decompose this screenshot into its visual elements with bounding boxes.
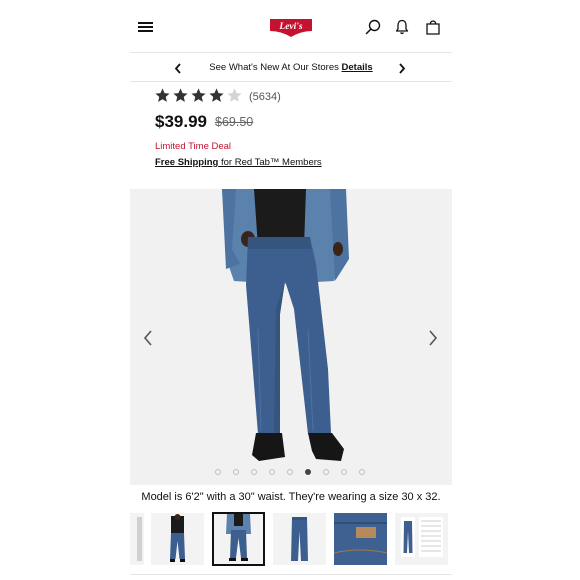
thumbnail-active[interactable] (212, 512, 265, 566)
site-header: Levi's (130, 0, 452, 53)
product-page: Levi's See What's New At Our Stores Deta… (130, 0, 452, 580)
sale-price: $39.99 (155, 112, 207, 131)
search-icon[interactable] (365, 19, 381, 35)
carousel-dot[interactable] (323, 469, 329, 475)
star-filled-icon (191, 88, 206, 102)
divider (130, 574, 452, 575)
levis-logo[interactable]: Levi's (269, 18, 313, 38)
promo-text: See What's New At Our Stores (209, 62, 342, 73)
carousel-dot[interactable] (233, 469, 239, 475)
carousel-prev-icon[interactable] (143, 330, 153, 346)
star-empty-icon (227, 88, 242, 102)
model-image (222, 189, 349, 461)
deal-label: Limited Time Deal (155, 141, 232, 152)
carousel-dot[interactable] (251, 469, 257, 475)
logo-text: Levi's (278, 22, 303, 32)
thumbnail[interactable] (130, 513, 144, 565)
carousel-dot[interactable] (215, 469, 221, 475)
carousel-dots (215, 469, 377, 475)
shopping-bag-icon[interactable] (425, 19, 441, 35)
right-margin (452, 0, 580, 580)
left-margin (0, 0, 130, 580)
star-filled-icon (173, 88, 188, 102)
carousel-dot[interactable] (287, 469, 293, 475)
product-image-carousel[interactable] (130, 189, 452, 485)
promo-bar: See What's New At Our Stores Details (130, 53, 452, 82)
star-rating[interactable] (154, 87, 244, 104)
menu-icon[interactable] (138, 22, 153, 32)
thumbnail[interactable] (151, 513, 204, 565)
carousel-next-icon[interactable] (428, 330, 438, 346)
star-filled-icon (209, 88, 224, 102)
original-price: $69.50 (215, 115, 254, 129)
star-filled-icon (155, 88, 170, 102)
review-count[interactable]: (5634) (249, 91, 281, 103)
bell-icon[interactable] (394, 19, 410, 35)
model-size-caption: Model is 6'2" with a 30" waist. They're … (141, 491, 441, 503)
promo-details-link[interactable]: Details (342, 62, 373, 73)
carousel-dot[interactable] (359, 469, 365, 475)
shipping-note: Free Shipping for Red Tab™ Members (155, 157, 322, 168)
shipping-text[interactable]: for Red Tab™ Members (218, 157, 322, 168)
chevron-right-icon[interactable] (398, 61, 406, 74)
carousel-dot[interactable] (341, 469, 347, 475)
thumbnail[interactable] (273, 513, 326, 565)
free-shipping-link[interactable]: Free Shipping (155, 157, 218, 168)
thumbnail[interactable] (334, 513, 387, 565)
thumbnail-strip (130, 512, 452, 568)
carousel-dot[interactable] (269, 469, 275, 475)
carousel-dot-active[interactable] (305, 469, 311, 475)
thumbnail[interactable] (395, 513, 448, 565)
